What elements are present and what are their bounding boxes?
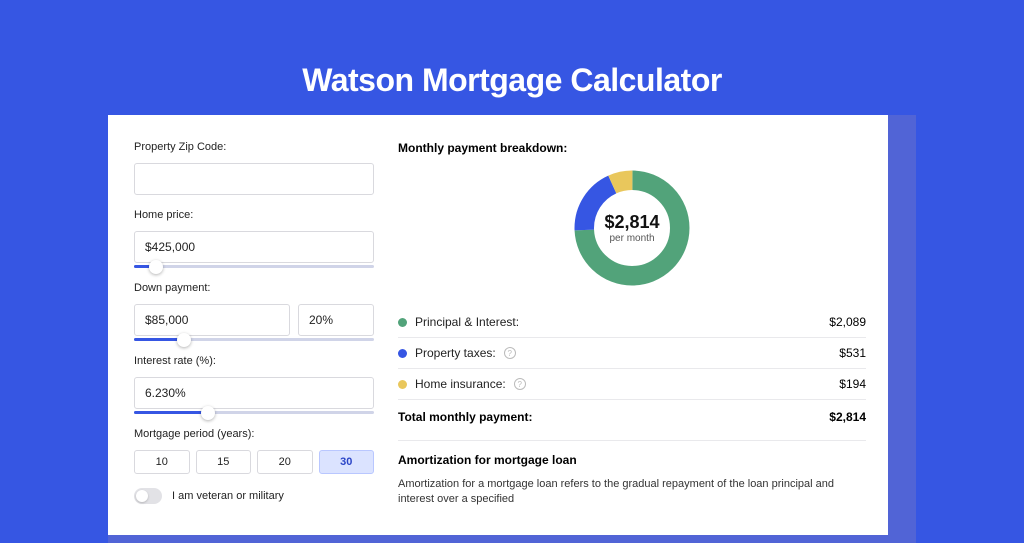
line-item: Property taxes:? $531 [398,338,866,368]
interest-rate-group: Interest rate (%): [134,355,374,414]
calculator-panel: Property Zip Code: Home price: Down paym… [108,115,888,535]
home-price-slider[interactable] [134,265,374,268]
period-button-15[interactable]: 15 [196,450,252,474]
period-group: Mortgage period (years): 10152030 [134,428,374,474]
home-price-label: Home price: [134,209,374,221]
donut-amount: $2,814 [604,212,659,233]
line-item-amount: $531 [839,346,866,360]
breakdown-column: Monthly payment breakdown: $2,814 per mo… [398,141,866,535]
veteran-toggle-knob [136,490,148,502]
line-item-label: Principal & Interest: [415,315,519,329]
donut-wrap: $2,814 per month [398,165,866,291]
line-item-amount: $194 [839,377,866,391]
line-item-label: Property taxes: [415,346,496,360]
home-price-group: Home price: [134,209,374,268]
period-button-20[interactable]: 20 [257,450,313,474]
total-row: Total monthly payment: $2,814 [398,400,866,440]
legend-dot [398,349,407,358]
interest-rate-slider-fill [134,411,208,414]
total-amount: $2,814 [829,410,866,424]
breakdown-title: Monthly payment breakdown: [398,141,866,155]
help-icon[interactable]: ? [514,378,526,390]
card-shadow: Property Zip Code: Home price: Down paym… [108,115,916,543]
page-title: Watson Mortgage Calculator [0,62,1024,99]
down-payment-amount-input[interactable] [134,304,290,336]
zip-input[interactable] [134,163,374,195]
veteran-row: I am veteran or military [134,488,374,504]
down-payment-percent-input[interactable] [298,304,374,336]
veteran-toggle[interactable] [134,488,162,504]
line-item: Principal & Interest: $2,089 [398,307,866,337]
amortization-title: Amortization for mortgage loan [398,453,866,467]
legend-dot [398,380,407,389]
zip-group: Property Zip Code: [134,141,374,195]
zip-label: Property Zip Code: [134,141,374,153]
interest-rate-slider-thumb[interactable] [201,406,215,420]
legend-dot [398,318,407,327]
divider [398,440,866,441]
down-payment-slider-thumb[interactable] [177,333,191,347]
period-button-10[interactable]: 10 [134,450,190,474]
down-payment-slider[interactable] [134,338,374,341]
interest-rate-label: Interest rate (%): [134,355,374,367]
home-price-slider-thumb[interactable] [149,260,163,274]
veteran-label: I am veteran or military [172,490,284,502]
down-payment-label: Down payment: [134,282,374,294]
total-label: Total monthly payment: [398,410,532,424]
form-column: Property Zip Code: Home price: Down paym… [134,141,374,535]
interest-rate-slider[interactable] [134,411,374,414]
down-payment-group: Down payment: [134,282,374,341]
line-item: Home insurance:? $194 [398,369,866,399]
donut-center: $2,814 per month [569,165,695,291]
amortization-body: Amortization for a mortgage loan refers … [398,477,866,508]
donut-sub: per month [609,233,654,244]
help-icon[interactable]: ? [504,347,516,359]
period-button-30[interactable]: 30 [319,450,375,474]
donut-chart: $2,814 per month [569,165,695,291]
home-price-input[interactable] [134,231,374,263]
period-label: Mortgage period (years): [134,428,374,440]
line-item-amount: $2,089 [829,315,866,329]
interest-rate-input[interactable] [134,377,374,409]
line-item-label: Home insurance: [415,377,506,391]
